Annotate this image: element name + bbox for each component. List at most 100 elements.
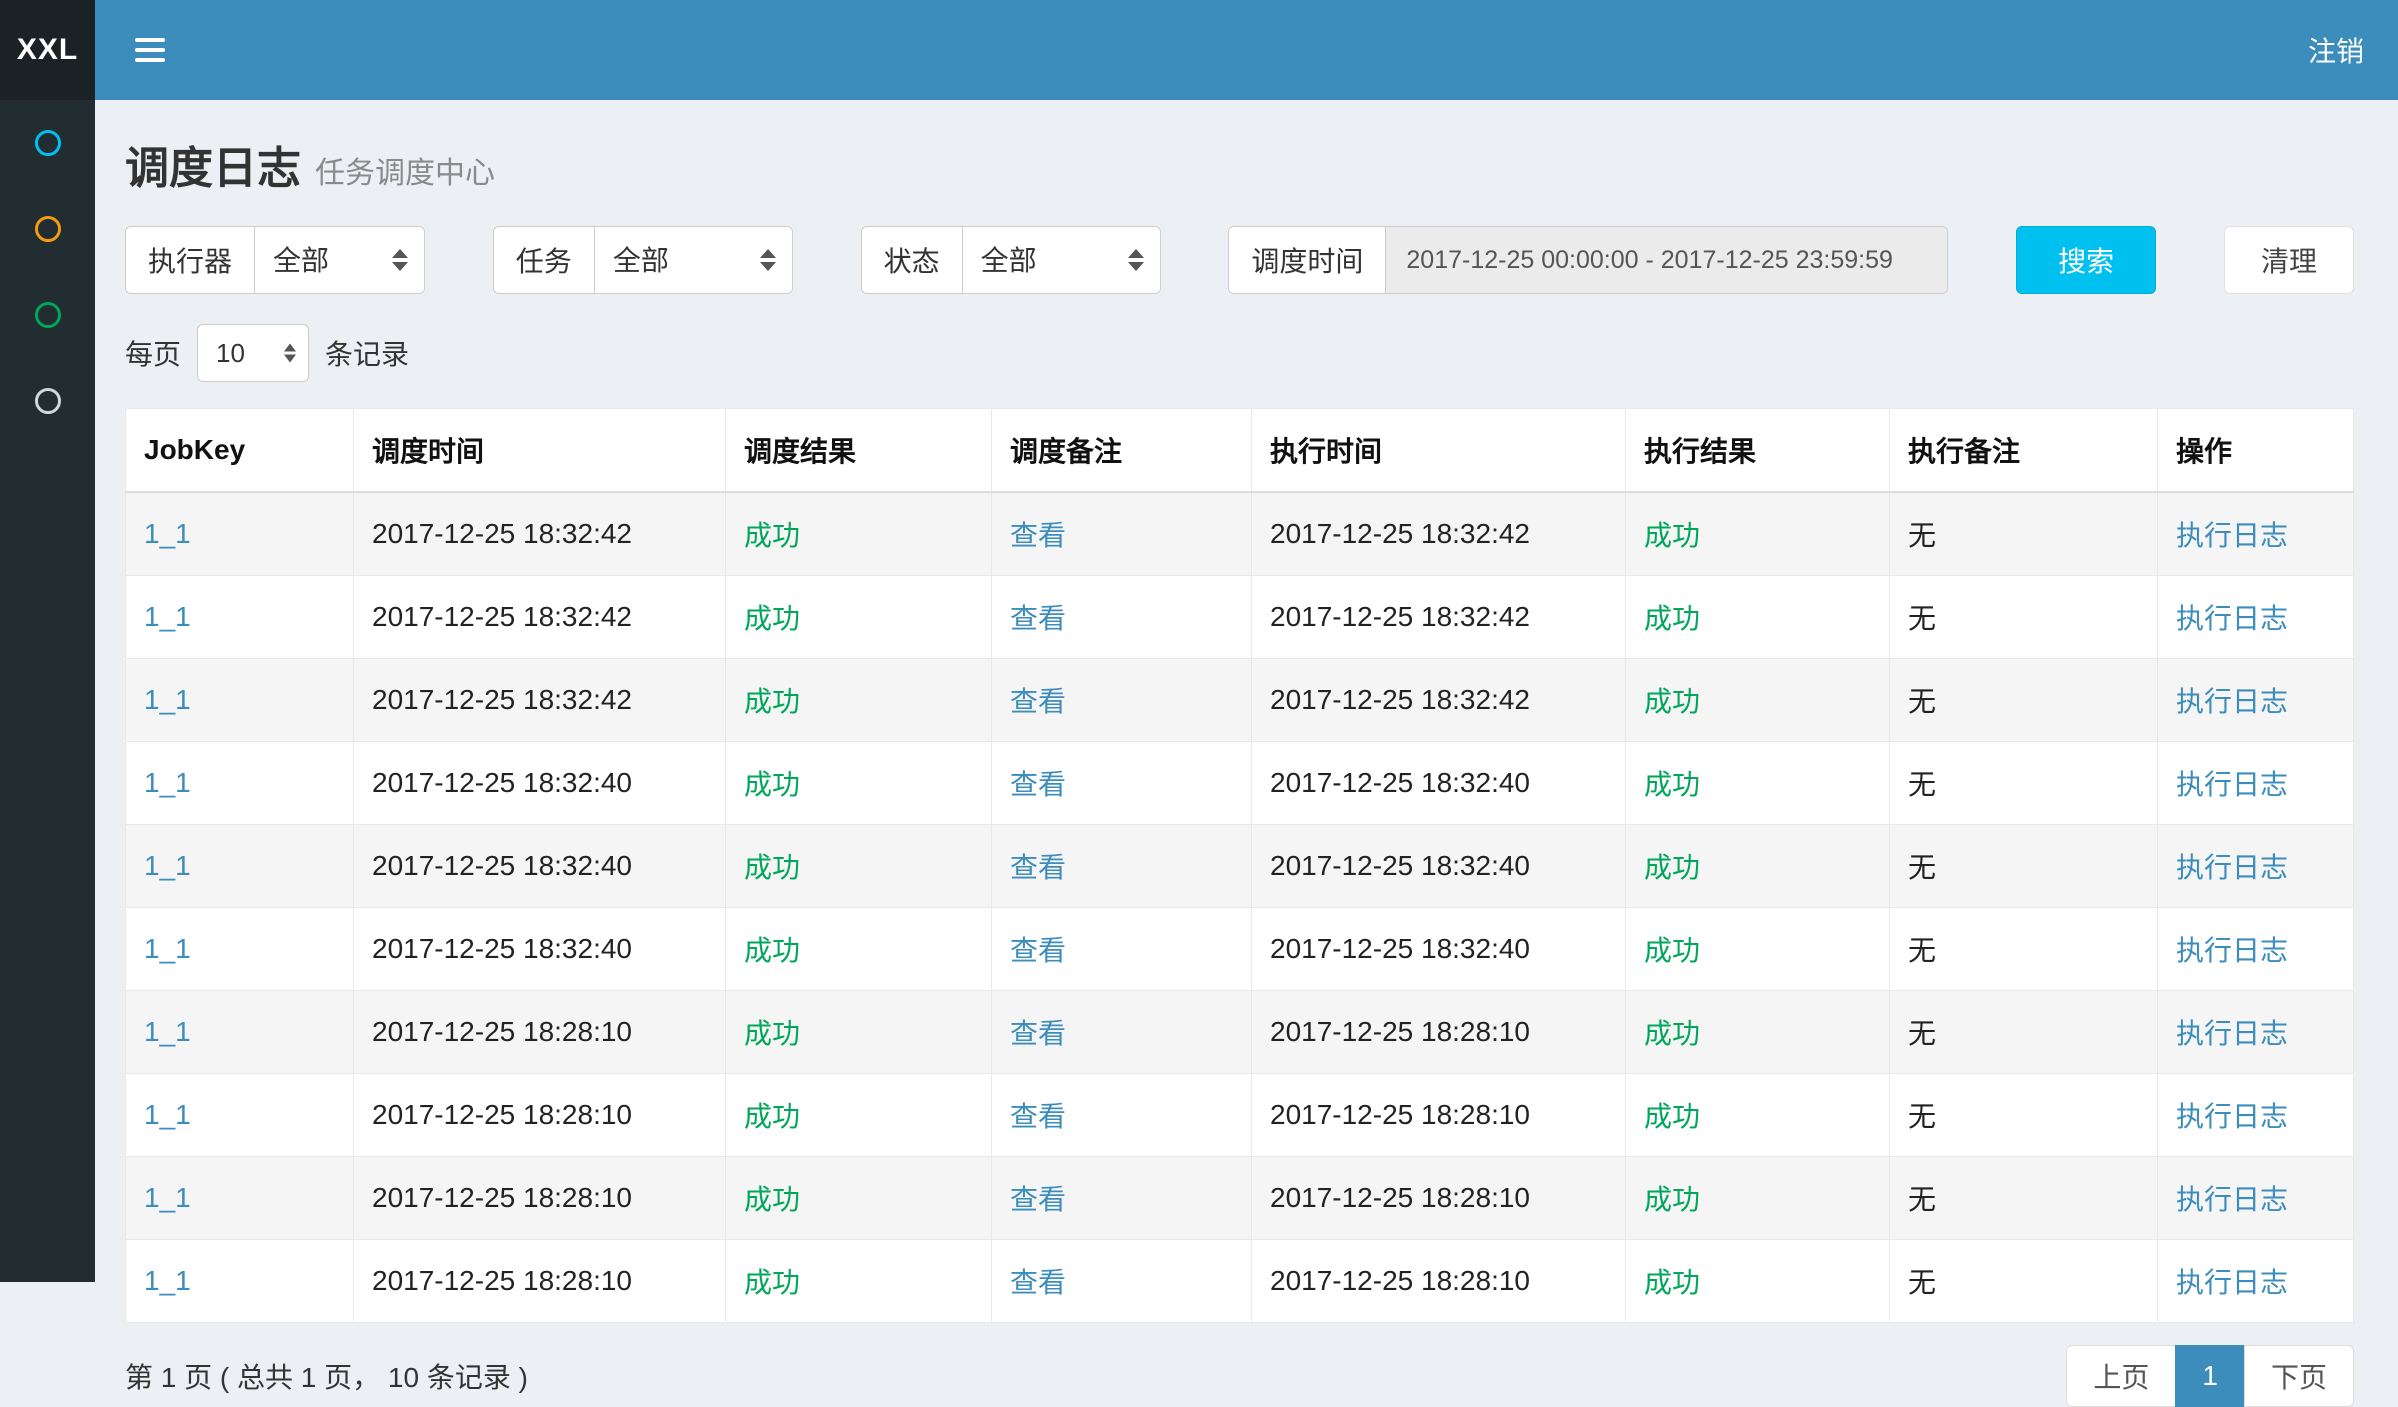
- executor-filter-label: 执行器: [126, 227, 255, 293]
- execution-log-link[interactable]: 执行日志: [2176, 1101, 2288, 1132]
- trigger-time-filter-group: 调度时间 2017-12-25 00:00:00 - 2017-12-25 23…: [1228, 226, 1948, 294]
- handle-result-cell: 成功: [1626, 659, 1890, 742]
- sidebar-toggle-button[interactable]: [129, 28, 171, 72]
- execution-log-link[interactable]: 执行日志: [2176, 1184, 2288, 1215]
- jobkey-link[interactable]: 1_1: [144, 518, 191, 549]
- sidebar-item-1[interactable]: [0, 100, 95, 186]
- page-size-select[interactable]: 10: [198, 325, 308, 381]
- jobkey-link[interactable]: 1_1: [144, 1265, 191, 1296]
- sidebar-item-4[interactable]: [0, 358, 95, 444]
- trigger-result-cell: 成功: [726, 659, 992, 742]
- trigger-msg-link[interactable]: 查看: [1010, 1267, 1066, 1298]
- job-select[interactable]: 全部: [595, 227, 792, 293]
- trigger-msg-link[interactable]: 查看: [1010, 935, 1066, 966]
- column-header: 调度结果: [726, 409, 992, 493]
- trigger-result-cell: 成功: [726, 576, 992, 659]
- main-content: 调度日志 任务调度中心 执行器 全部 任务 全部 状态: [95, 100, 2398, 1407]
- column-header: 调度备注: [992, 409, 1252, 493]
- sidebar-menu: [0, 100, 95, 1282]
- handle-msg-cell: 无: [1890, 1240, 2158, 1323]
- handle-time-cell: 2017-12-25 18:28:10: [1252, 1157, 1626, 1240]
- trigger-msg-link[interactable]: 查看: [1010, 852, 1066, 883]
- table-row: 1_1 2017-12-25 18:28:10 成功 查看 2017-12-25…: [126, 1157, 2354, 1240]
- trigger-result-cell: 成功: [726, 1240, 992, 1323]
- jobkey-link[interactable]: 1_1: [144, 850, 191, 881]
- execution-log-link[interactable]: 执行日志: [2176, 1267, 2288, 1298]
- execution-log-link[interactable]: 执行日志: [2176, 603, 2288, 634]
- dispatch-log-table: JobKey调度时间调度结果调度备注执行时间执行结果执行备注操作 1_1 201…: [125, 408, 2354, 1323]
- table-header-row: JobKey调度时间调度结果调度备注执行时间执行结果执行备注操作: [126, 409, 2354, 493]
- handle-msg-cell: 无: [1890, 576, 2158, 659]
- executor-select[interactable]: 全部: [255, 227, 424, 293]
- handle-msg-cell: 无: [1890, 908, 2158, 991]
- sidebar-item-3[interactable]: [0, 272, 95, 358]
- circle-outline-icon: [35, 130, 61, 156]
- column-header: 调度时间: [354, 409, 726, 493]
- trigger-msg-link[interactable]: 查看: [1010, 1018, 1066, 1049]
- execution-log-link[interactable]: 执行日志: [2176, 520, 2288, 551]
- clear-button[interactable]: 清理: [2224, 226, 2354, 294]
- trigger-msg-link[interactable]: 查看: [1010, 603, 1066, 634]
- search-button[interactable]: 搜索: [2016, 226, 2156, 294]
- column-header: 执行备注: [1890, 409, 2158, 493]
- executor-filter-group: 执行器 全部: [125, 226, 425, 294]
- trigger-msg-link[interactable]: 查看: [1010, 1101, 1066, 1132]
- column-header: 执行时间: [1252, 409, 1626, 493]
- column-header: 执行结果: [1626, 409, 1890, 493]
- column-header: JobKey: [126, 409, 354, 493]
- trigger-msg-link[interactable]: 查看: [1010, 520, 1066, 551]
- status-select[interactable]: 全部: [963, 227, 1160, 293]
- handle-msg-cell: 无: [1890, 492, 2158, 576]
- pagination-info: 第 1 页 ( 总共 1 页， 10 条记录 ): [125, 1356, 528, 1396]
- trigger-time-cell: 2017-12-25 18:28:10: [354, 1157, 726, 1240]
- handle-time-cell: 2017-12-25 18:28:10: [1252, 1240, 1626, 1323]
- jobkey-link[interactable]: 1_1: [144, 767, 191, 798]
- trigger-time-cell: 2017-12-25 18:32:42: [354, 576, 726, 659]
- execution-log-link[interactable]: 执行日志: [2176, 935, 2288, 966]
- page-size-prefix-label: 每页: [125, 333, 181, 373]
- trigger-result-cell: 成功: [726, 825, 992, 908]
- execution-log-link[interactable]: 执行日志: [2176, 852, 2288, 883]
- circle-outline-icon: [35, 388, 61, 414]
- jobkey-link[interactable]: 1_1: [144, 601, 191, 632]
- handle-result-cell: 成功: [1626, 742, 1890, 825]
- execution-log-link[interactable]: 执行日志: [2176, 686, 2288, 717]
- handle-time-cell: 2017-12-25 18:28:10: [1252, 1074, 1626, 1157]
- trigger-result-cell: 成功: [726, 742, 992, 825]
- trigger-time-cell: 2017-12-25 18:32:40: [354, 825, 726, 908]
- table-row: 1_1 2017-12-25 18:32:40 成功 查看 2017-12-25…: [126, 825, 2354, 908]
- trigger-msg-link[interactable]: 查看: [1010, 1184, 1066, 1215]
- execution-log-link[interactable]: 执行日志: [2176, 1018, 2288, 1049]
- table-row: 1_1 2017-12-25 18:28:10 成功 查看 2017-12-25…: [126, 1240, 2354, 1323]
- jobkey-link[interactable]: 1_1: [144, 1099, 191, 1130]
- table-footer: 第 1 页 ( 总共 1 页， 10 条记录 ) 上页 1 下页: [125, 1345, 2354, 1407]
- logout-link[interactable]: 注销: [2308, 30, 2364, 70]
- jobkey-link[interactable]: 1_1: [144, 1182, 191, 1213]
- handle-result-cell: 成功: [1626, 825, 1890, 908]
- handle-time-cell: 2017-12-25 18:32:42: [1252, 659, 1626, 742]
- top-navbar: XXL 注销: [0, 0, 2398, 100]
- circle-outline-icon: [35, 216, 61, 242]
- column-header: 操作: [2158, 409, 2354, 493]
- prev-page-button[interactable]: 上页: [2066, 1345, 2176, 1407]
- trigger-msg-link[interactable]: 查看: [1010, 686, 1066, 717]
- jobkey-link[interactable]: 1_1: [144, 1016, 191, 1047]
- trigger-msg-link[interactable]: 查看: [1010, 769, 1066, 800]
- execution-log-link[interactable]: 执行日志: [2176, 769, 2288, 800]
- table-row: 1_1 2017-12-25 18:32:42 成功 查看 2017-12-25…: [126, 659, 2354, 742]
- circle-outline-icon: [35, 302, 61, 328]
- jobkey-link[interactable]: 1_1: [144, 933, 191, 964]
- trigger-time-cell: 2017-12-25 18:32:42: [354, 492, 726, 576]
- table-row: 1_1 2017-12-25 18:32:42 成功 查看 2017-12-25…: [126, 576, 2354, 659]
- jobkey-link[interactable]: 1_1: [144, 684, 191, 715]
- next-page-button[interactable]: 下页: [2244, 1345, 2354, 1407]
- handle-msg-cell: 无: [1890, 991, 2158, 1074]
- app-logo[interactable]: XXL: [0, 0, 95, 100]
- trigger-time-range-input[interactable]: 2017-12-25 00:00:00 - 2017-12-25 23:59:5…: [1386, 227, 1947, 293]
- sidebar-item-2[interactable]: [0, 186, 95, 272]
- job-filter-group: 任务 全部: [493, 226, 793, 294]
- table-body: 1_1 2017-12-25 18:32:42 成功 查看 2017-12-25…: [126, 492, 2354, 1323]
- filter-toolbar: 执行器 全部 任务 全部 状态 全部: [125, 226, 2354, 294]
- current-page-button[interactable]: 1: [2175, 1345, 2245, 1407]
- page-size-suffix-label: 条记录: [325, 333, 409, 373]
